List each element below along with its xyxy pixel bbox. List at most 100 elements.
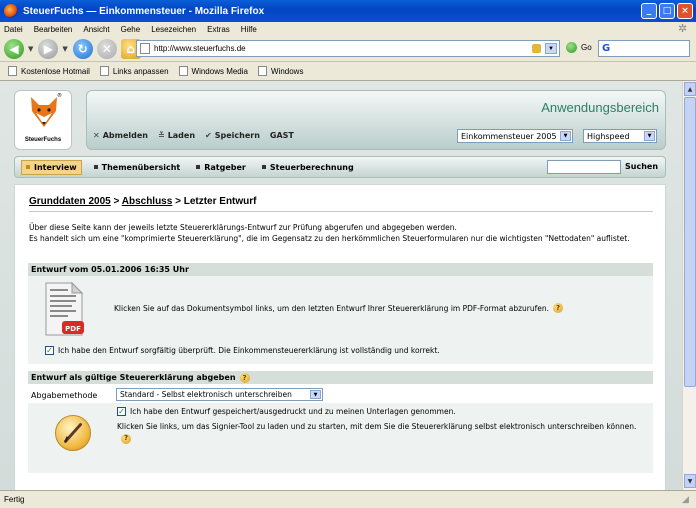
bookmark-page-icon — [257, 66, 267, 76]
go-button[interactable]: Go — [566, 42, 592, 53]
main-panel: Grunddaten 2005 > Abschluss > Letzter En… — [14, 184, 666, 490]
close-button[interactable]: × — [677, 3, 693, 19]
help-icon[interactable]: ? — [121, 433, 131, 444]
site-search-button[interactable]: Suchen — [625, 162, 658, 171]
site-search-input[interactable] — [547, 160, 621, 174]
menu-lesezeichen[interactable]: Lesezeichen — [151, 25, 196, 34]
tab-bullet-icon — [93, 165, 98, 169]
menu-gehe[interactable]: Gehe — [121, 25, 141, 34]
bookmark-page-icon — [8, 66, 17, 76]
steuerfuchs-logo[interactable]: ® SteuerFuchs — [14, 90, 72, 150]
search-engine-input[interactable]: G — [598, 40, 690, 57]
window-title: SteuerFuchs — Einkommensteuer - Mozilla … — [23, 5, 265, 17]
page-icon — [140, 43, 150, 54]
menu-bearbeiten[interactable]: Bearbeiten — [34, 25, 73, 34]
header-panel: Anwendungsbereich ✕ Abmelden ≚ Laden ✔ Spei… — [86, 90, 666, 150]
saved-checkbox[interactable]: ✓ — [117, 407, 126, 416]
signing-instruction: Klicken Sie links, um das Signier-Tool z… — [117, 422, 637, 444]
tab-bullet-icon — [196, 165, 201, 169]
bookmark-windows[interactable]: Windows — [257, 66, 303, 76]
fox-logo-icon — [31, 97, 57, 127]
draft-section-body: PDF Klicken Sie auf das Dokumentsymbol l… — [28, 276, 653, 364]
forward-dropdown-icon[interactable]: ▼ — [62, 45, 67, 53]
back-arrow-icon[interactable]: ◀ — [4, 38, 24, 59]
google-icon: G — [602, 43, 611, 54]
saved-confirmation: ✓ Ich habe den Entwurf gespeichert/ausge… — [117, 406, 456, 416]
site-background: ® SteuerFuchs Anwendungsbereich ✕ Abmelde… — [0, 81, 682, 490]
bookmark-page-icon — [178, 66, 188, 76]
review-checkbox[interactable]: ✓ — [45, 346, 54, 355]
window-titlebar: SteuerFuchs — Einkommensteuer - Mozilla … — [0, 0, 696, 22]
scroll-up-icon[interactable]: ▲ — [684, 82, 696, 96]
bookmarks-toolbar: Kostenlose Hotmail Links anpassen Window… — [0, 62, 696, 81]
breadcrumb-abschluss[interactable]: Abschluss — [122, 196, 173, 207]
menu-hilfe[interactable]: Hilfe — [241, 25, 257, 34]
method-label: Abgabemethode — [31, 391, 98, 400]
submit-section-header: Entwurf als gültige Steuererklärung abge… — [28, 371, 653, 384]
breadcrumb: Grunddaten 2005 > Abschluss > Letzter En… — [29, 196, 257, 207]
pdf-document-icon[interactable]: PDF — [42, 281, 86, 339]
scroll-down-icon[interactable]: ▼ — [684, 474, 696, 488]
pdf-badge: PDF — [65, 325, 81, 333]
tab-steuerberechnung[interactable]: Steuerberechnung — [258, 161, 358, 174]
lock-icon — [532, 44, 541, 53]
header-actions: ✕ Abmelden ≚ Laden ✔ Speichern GAST — [93, 131, 304, 140]
status-text: Fertig — [4, 495, 25, 504]
url-text[interactable]: http://www.steuerfuchs.de — [154, 44, 246, 53]
user-label: GAST — [269, 131, 294, 140]
registered-mark: ® — [57, 93, 62, 99]
brand-name: SteuerFuchs — [24, 137, 62, 143]
stop-icon[interactable]: ✕ — [96, 38, 117, 59]
load-button[interactable]: ≚ Laden — [158, 131, 195, 140]
url-dropdown-icon[interactable]: ▼ — [545, 43, 557, 54]
dropdown-arrow-icon: ▼ — [310, 390, 321, 399]
tab-themenuebersicht[interactable]: Themenübersicht — [90, 161, 185, 174]
status-bar: Fertig ◢ — [0, 490, 696, 508]
bookmark-kostenlose-hotmail[interactable]: Kostenlose Hotmail — [8, 66, 90, 76]
speed-select[interactable]: Highspeed ▼ — [583, 129, 657, 143]
intro-text: Über diese Seite kann der jeweils letzte… — [29, 223, 630, 243]
vertical-scrollbar[interactable]: ▲ ▼ — [682, 81, 696, 490]
tax-type-select[interactable]: Einkommensteuer 2005 ▼ — [457, 129, 573, 143]
scroll-thumb[interactable] — [684, 97, 696, 387]
forward-arrow-icon[interactable]: ▶ — [38, 38, 59, 59]
checkmark-icon: ✔ — [205, 131, 212, 140]
menu-extras[interactable]: Extras — [207, 25, 230, 34]
maximize-button[interactable]: □ — [659, 3, 675, 19]
tab-ratgeber[interactable]: Ratgeber — [192, 161, 250, 174]
reload-icon[interactable]: ↻ — [72, 38, 93, 59]
logout-button[interactable]: ✕ Abmelden — [93, 131, 148, 140]
main-navigation: Interview Themenübersicht Ratgeber Steue… — [14, 156, 666, 178]
close-x-icon: ✕ — [93, 131, 100, 140]
url-bar[interactable]: http://www.steuerfuchs.de ▼ — [136, 40, 560, 57]
resize-grip-icon[interactable]: ◢ — [682, 494, 694, 506]
save-button[interactable]: ✔ Speichern — [205, 131, 260, 140]
window-controls: _ □ × — [641, 3, 693, 19]
bookmark-links-anpassen[interactable]: Links anpassen — [99, 66, 169, 76]
go-label: Go — [581, 43, 592, 52]
pdf-instruction: Klicken Sie auf das Dokumentsymbol links… — [114, 303, 564, 313]
review-confirmation: ✓ Ich habe den Entwurf sorgfältig überpr… — [45, 345, 440, 355]
help-icon[interactable]: ? — [553, 303, 564, 313]
breadcrumb-grunddaten[interactable]: Grunddaten 2005 — [29, 196, 111, 207]
minimize-button[interactable]: _ — [641, 3, 657, 19]
breadcrumb-current: Letzter Entwurf — [183, 196, 257, 207]
menu-ansicht[interactable]: Ansicht — [83, 25, 109, 34]
draft-section-header: Entwurf vom 05.01.2006 16:35 Uhr — [28, 263, 653, 276]
help-icon[interactable]: ? — [239, 372, 250, 383]
tab-interview[interactable]: Interview — [21, 159, 82, 175]
area-title: Anwendungsbereich — [541, 100, 659, 115]
firefox-icon — [4, 4, 18, 18]
menu-datei[interactable]: Datei — [4, 25, 23, 34]
go-arrow-icon — [566, 42, 577, 53]
bookmark-windows-media[interactable]: Windows Media — [178, 66, 248, 76]
back-dropdown-icon[interactable]: ▼ — [28, 45, 33, 53]
menu-bar: Datei Bearbeiten Ansicht Gehe Lesezeiche… — [0, 22, 696, 36]
tab-bullet-icon — [261, 165, 266, 169]
submission-method-select[interactable]: Standard - Selbst elektronisch unterschr… — [116, 388, 323, 401]
bookmark-page-icon — [99, 66, 109, 76]
breadcrumb-divider — [29, 211, 653, 212]
page-content: ® SteuerFuchs Anwendungsbereich ✕ Abmelde… — [0, 81, 682, 490]
throbber-icon: ✲ — [678, 23, 688, 35]
signing-tool-icon[interactable] — [55, 415, 91, 451]
